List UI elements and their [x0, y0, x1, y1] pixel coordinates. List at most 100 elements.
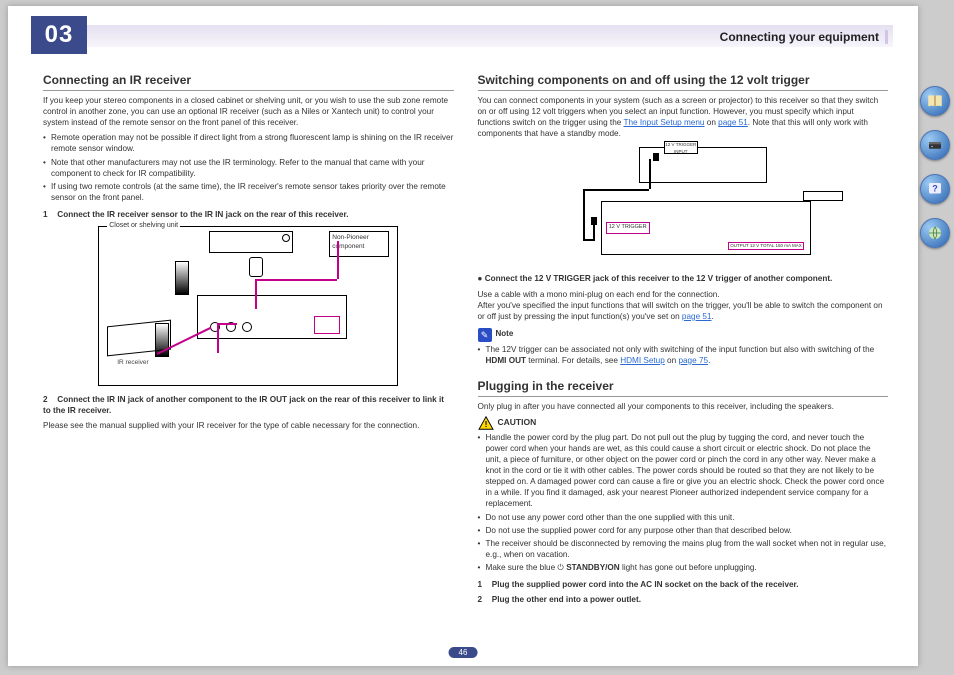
- note-label: Note: [496, 329, 514, 340]
- standby-symbol: ⏻: [557, 563, 563, 572]
- cable-note: Use a cable with a mono mini-plug on eac…: [478, 289, 889, 300]
- step-number: 1: [478, 579, 490, 590]
- note-icon: ✎: [478, 328, 492, 342]
- step-text: Plug the supplied power cord into the AC…: [492, 580, 799, 589]
- page-51-link[interactable]: page 51: [682, 312, 712, 321]
- step-number: 1: [43, 209, 55, 220]
- page-51-link[interactable]: page 51: [718, 118, 748, 127]
- hdmi-setup-link[interactable]: HDMI Setup: [620, 356, 665, 365]
- plug-step-2: 2 Plug the other end into a power outlet…: [478, 594, 889, 605]
- left-bullet: Remote operation may not be possible if …: [43, 132, 454, 154]
- cable-line: [649, 159, 651, 189]
- caution-bullet-list: Handle the power cord by the plug part. …: [478, 432, 889, 573]
- note-heading: ✎ Note: [478, 328, 889, 342]
- left-step-2-note: Please see the manual supplied with your…: [43, 420, 454, 431]
- receiver-back-illustration: 12 V TRIGGER OUTPUT 12 V TOTAL 150 mA MA…: [601, 201, 811, 255]
- left-intro: If you keep your stereo components in a …: [43, 95, 454, 128]
- nav-help-button[interactable]: ?: [920, 174, 950, 204]
- text: terminal. For details, see: [526, 356, 620, 365]
- standby-on-bold: STANDBY/ON: [566, 563, 620, 572]
- trigger-jack-label: 12 V TRIGGER: [606, 222, 650, 233]
- plug-step-1: 1 Plug the supplied power cord into the …: [478, 579, 889, 590]
- hdmi-out-bold: HDMI OUT: [486, 356, 526, 365]
- svg-text:?: ?: [932, 183, 938, 193]
- after-specify-note: After you've specified the input functio…: [478, 300, 889, 322]
- book-icon: [926, 92, 944, 110]
- right-column: Switching components on and off using th…: [478, 68, 889, 642]
- figure-label: Closet or shelving unit: [107, 221, 180, 230]
- caution-bullet: Do not use the supplied power cord for a…: [478, 525, 889, 536]
- text: Make sure the blue: [486, 563, 558, 572]
- right-heading-2: Plugging in the receiver: [478, 378, 889, 397]
- page-number: 46: [449, 647, 478, 658]
- caution-bullet: Do not use any power cord other than the…: [478, 512, 889, 523]
- caution-bullet: Make sure the blue ⏻ STANDBY/ON light ha…: [478, 562, 889, 573]
- caution-bullet: The receiver should be disconnected by r…: [478, 538, 889, 560]
- wire-line: [217, 323, 237, 325]
- plugging-intro: Only plug in after you have connected al…: [478, 401, 889, 412]
- content-columns: Connecting an IR receiver If you keep yo…: [43, 68, 888, 642]
- caution-icon: !: [478, 416, 494, 430]
- right-intro: You can connect components in your syste…: [478, 95, 889, 139]
- cable-line: [583, 239, 593, 241]
- arrow-icon: [175, 261, 189, 295]
- ir-receiver-caption: IR receiver: [117, 359, 148, 368]
- wire-line: [255, 279, 337, 281]
- left-step-2: 2 Connect the IR IN jack of another comp…: [43, 394, 454, 416]
- text: .: [712, 312, 714, 321]
- step-number: 2: [43, 394, 55, 405]
- nav-device-button[interactable]: [920, 130, 950, 160]
- highlight-box: [314, 316, 340, 334]
- page: 03 Connecting your equipment Connecting …: [8, 6, 918, 666]
- wire-line: [217, 323, 219, 353]
- step-text: Connect the IR IN jack of another compon…: [43, 395, 444, 415]
- trigger-spec-label: OUTPUT 12 V TOTAL 150 mA MAX: [728, 242, 804, 251]
- caution-bullet: Handle the power cord by the plug part. …: [478, 432, 889, 509]
- help-icon: ?: [926, 180, 944, 198]
- chapter-number-tab: 03: [31, 16, 87, 54]
- cable-line: [583, 189, 649, 191]
- text: After you've specified the input functio…: [478, 301, 883, 321]
- note-bullet: The 12V trigger can be associated not on…: [478, 344, 889, 366]
- ir-sensor-illustration: [249, 257, 263, 277]
- trigger-figure: 12 V TRIGGER INPUT 12 V TRIGGER OUTPUT 1…: [513, 145, 853, 265]
- text: .: [708, 356, 710, 365]
- chapter-title: Connecting your equipment: [720, 30, 888, 44]
- right-heading-1: Switching components on and off using th…: [478, 72, 889, 91]
- left-step-1: 1 Connect the IR receiver sensor to the …: [43, 209, 454, 220]
- left-bullet: If using two remote controls (at the sam…: [43, 181, 454, 203]
- step-text: Connect the IR receiver sensor to the IR…: [57, 210, 348, 219]
- ir-receiver-figure: Closet or shelving unit Non-Pioneer comp…: [98, 226, 398, 386]
- jack-icon: [242, 322, 252, 332]
- plug-icon: [591, 217, 597, 225]
- side-nav: ?: [920, 86, 950, 248]
- cable-line: [593, 223, 595, 241]
- svg-text:!: !: [484, 419, 487, 429]
- intro-text: on: [704, 118, 718, 127]
- trigger-connect-bullet: ● Connect the 12 V TRIGGER jack of this …: [478, 273, 889, 284]
- trigger-input-label: 12 V TRIGGER INPUT: [664, 141, 698, 154]
- wire-line: [255, 279, 257, 309]
- nav-network-button[interactable]: [920, 218, 950, 248]
- left-bullet: Note that other manufacturers may not us…: [43, 157, 454, 179]
- receiver-front-small: [803, 191, 843, 201]
- caution-label: CAUTION: [498, 417, 537, 428]
- text: light has gone out before unplugging.: [620, 563, 757, 572]
- left-column: Connecting an IR receiver If you keep yo…: [43, 68, 454, 642]
- note-bullet-list: The 12V trigger can be associated not on…: [478, 344, 889, 366]
- page-75-link[interactable]: page 75: [678, 356, 708, 365]
- receiver-back-illustration: [197, 295, 347, 339]
- left-bullet-list: Remote operation may not be possible if …: [43, 132, 454, 202]
- left-heading: Connecting an IR receiver: [43, 72, 454, 91]
- nav-manual-button[interactable]: [920, 86, 950, 116]
- text: The 12V trigger can be associated not on…: [486, 345, 875, 354]
- step-text: Plug the other end into a power outlet.: [492, 595, 641, 604]
- text: on: [665, 356, 679, 365]
- bullet-bold-text: Connect the 12 V TRIGGER jack of this re…: [485, 274, 833, 283]
- plug-icon: [653, 153, 659, 161]
- receiver-front-illustration: [209, 231, 293, 253]
- input-setup-menu-link[interactable]: The Input Setup menu: [623, 118, 704, 127]
- wire-line: [337, 241, 339, 279]
- step-number: 2: [478, 594, 490, 605]
- cable-line: [583, 189, 585, 239]
